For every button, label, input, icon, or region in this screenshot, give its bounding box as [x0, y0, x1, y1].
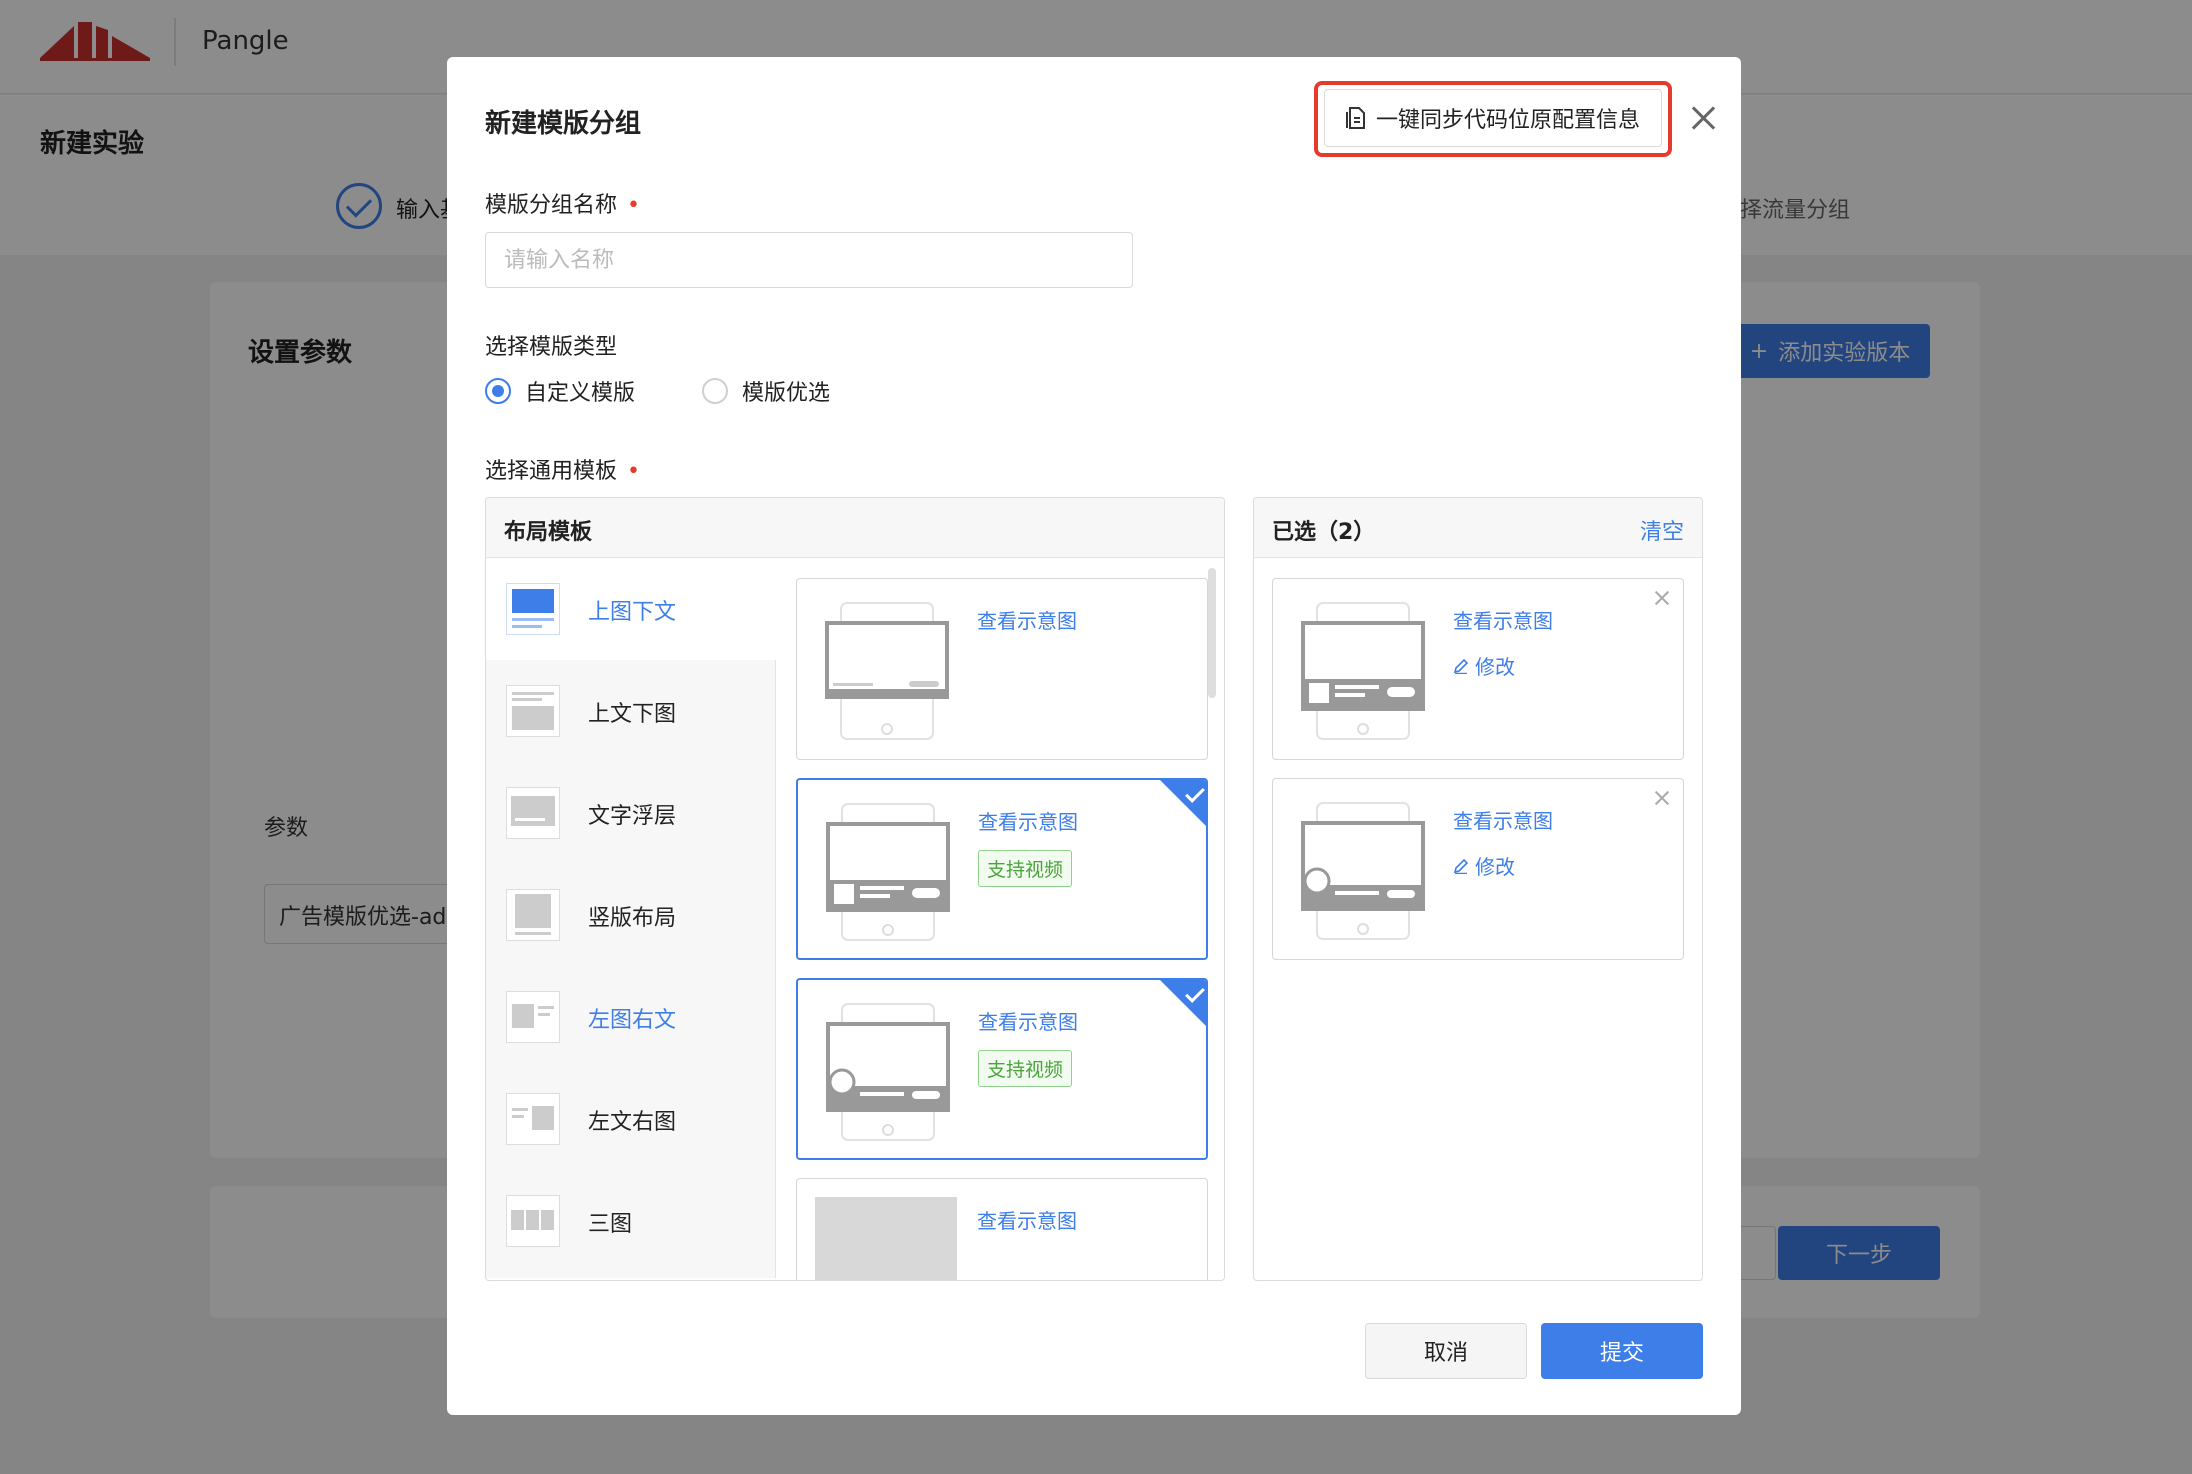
layout-label: 竖版布局 — [588, 906, 677, 931]
video-support-tag: 支持视频 — [978, 850, 1073, 887]
group-name-input[interactable] — [485, 232, 1133, 288]
layout-overlay-icon — [506, 787, 560, 839]
template-label: 选择通用模板 • — [485, 453, 640, 485]
pencil-icon — [1453, 858, 1469, 874]
layout-panel-title: 布局模板 — [504, 520, 593, 545]
layout-item-right-image[interactable]: 左文右图 — [486, 1068, 776, 1170]
layout-label: 三图 — [588, 1212, 633, 1237]
pencil-icon — [1453, 658, 1469, 674]
document-icon — [1345, 107, 1365, 129]
template-card-list: 查看示意图 查看示意图 支持视频 查看示意图 支持视频 查看示意图 — [776, 558, 1208, 1280]
template-card-selected[interactable]: 查看示意图 支持视频 — [796, 978, 1208, 1160]
selected-templates-panel: 已选（2） 清空 查看示意图 修改 查看示意图 修改 — [1253, 497, 1703, 1281]
layout-item-text-overlay[interactable]: 文字浮层 — [486, 762, 776, 864]
radio-checked-icon — [485, 378, 511, 404]
layout-item-left-image[interactable]: 左图右文 — [486, 966, 776, 1068]
layout-label: 文字浮层 — [588, 804, 677, 829]
view-preview-link[interactable]: 查看示意图 — [978, 806, 1078, 835]
phone-preview-icon — [826, 1003, 950, 1141]
layout-item-top-text[interactable]: 上文下图 — [486, 660, 776, 762]
view-preview-link[interactable]: 查看示意图 — [977, 1205, 1077, 1234]
layout-label: 左文右图 — [588, 1110, 677, 1135]
view-preview-link[interactable]: 查看示意图 — [1453, 805, 1553, 834]
edit-link[interactable]: 修改 — [1453, 851, 1515, 880]
clear-all-link[interactable]: 清空 — [1640, 514, 1684, 546]
edit-label: 修改 — [1475, 855, 1515, 879]
layout-right-image-icon — [506, 1093, 560, 1145]
radio-template-optimize[interactable]: 模版优选 — [702, 375, 830, 407]
template-card-selected[interactable]: 查看示意图 支持视频 — [796, 778, 1208, 960]
phone-preview-icon — [1301, 602, 1425, 740]
layout-list: 上图下文 上文下图 文字浮层 竖版布局 左图右文 左文右图 三图 — [486, 558, 777, 1278]
layout-template-panel: 布局模板 上图下文 上文下图 文字浮层 竖版布局 左图右文 左文右图 三图 查看… — [485, 497, 1225, 1281]
template-card[interactable]: 查看示意图 — [796, 578, 1208, 760]
layout-label: 左图右文 — [588, 1008, 677, 1033]
layout-panel-header: 布局模板 — [486, 498, 1224, 558]
layout-item-three-images[interactable]: 三图 — [486, 1170, 776, 1272]
phone-preview-icon — [826, 803, 950, 941]
modal-title: 新建模版分组 — [485, 109, 642, 139]
required-mark: • — [627, 459, 640, 484]
close-icon[interactable] — [1683, 99, 1723, 139]
template-scrollbar[interactable] — [1208, 568, 1216, 698]
phone-preview-icon — [825, 602, 949, 740]
remove-icon[interactable] — [1653, 789, 1671, 807]
image-placeholder — [815, 1197, 957, 1280]
name-label: 模版分组名称 • — [485, 187, 640, 219]
type-label: 选择模版类型 — [485, 335, 618, 360]
phone-preview-icon — [1301, 802, 1425, 940]
layout-item-vertical[interactable]: 竖版布局 — [486, 864, 776, 966]
selected-card: 查看示意图 修改 — [1272, 778, 1684, 960]
template-label-text: 选择通用模板 — [485, 459, 618, 484]
radio-unchecked-icon — [702, 378, 728, 404]
selected-panel-title: 已选（2） — [1272, 520, 1376, 545]
radio-optimize-label: 模版优选 — [742, 381, 831, 406]
selected-card: 查看示意图 修改 — [1272, 578, 1684, 760]
layout-top-image-icon — [506, 583, 560, 635]
view-preview-link[interactable]: 查看示意图 — [977, 605, 1077, 634]
radio-custom-label: 自定义模版 — [525, 381, 636, 406]
remove-icon[interactable] — [1653, 589, 1671, 607]
layout-three-images-icon — [506, 1195, 560, 1247]
radio-custom-template[interactable]: 自定义模版 — [485, 375, 635, 407]
template-group-modal: 新建模版分组 一键同步代码位原配置信息 模版分组名称 • 选择模版类型 自定义模版… — [447, 57, 1741, 1415]
edit-label: 修改 — [1475, 655, 1515, 679]
cancel-button[interactable]: 取消 — [1365, 1323, 1527, 1379]
sync-config-label: 一键同步代码位原配置信息 — [1375, 108, 1640, 133]
selected-panel-header: 已选（2） 清空 — [1254, 498, 1702, 558]
video-support-tag: 支持视频 — [978, 1050, 1073, 1087]
layout-label: 上图下文 — [588, 600, 677, 625]
name-label-text: 模版分组名称 — [485, 193, 618, 218]
required-mark: • — [627, 193, 640, 218]
edit-link[interactable]: 修改 — [1453, 651, 1515, 680]
layout-item-top-image[interactable]: 上图下文 — [486, 558, 777, 660]
view-preview-link[interactable]: 查看示意图 — [978, 1006, 1078, 1035]
submit-button[interactable]: 提交 — [1541, 1323, 1703, 1379]
layout-left-image-icon — [506, 991, 560, 1043]
layout-vertical-icon — [506, 889, 560, 941]
layout-top-text-icon — [506, 685, 560, 737]
view-preview-link[interactable]: 查看示意图 — [1453, 605, 1553, 634]
sync-config-button[interactable]: 一键同步代码位原配置信息 — [1324, 89, 1662, 147]
template-card[interactable]: 查看示意图 — [796, 1178, 1208, 1280]
layout-label: 上文下图 — [588, 702, 677, 727]
